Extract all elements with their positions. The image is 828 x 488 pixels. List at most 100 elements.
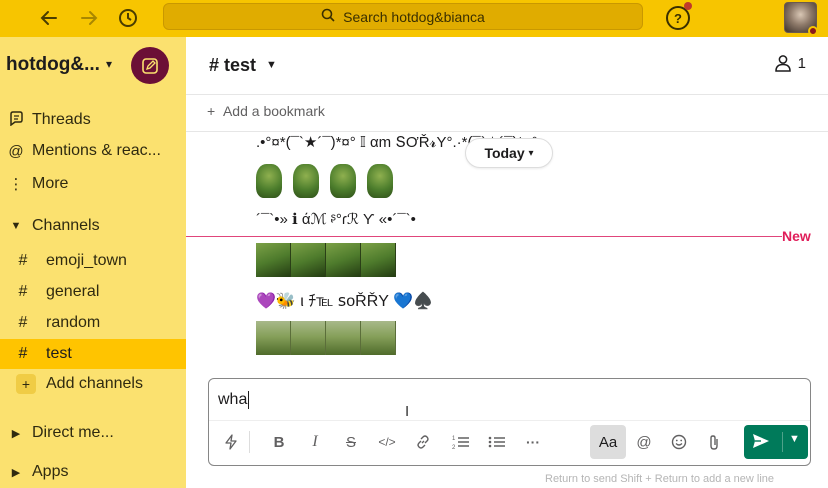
sidebar-item-test[interactable]: # test <box>0 339 186 369</box>
threads-icon <box>0 110 32 130</box>
date-divider-button[interactable]: Today ▾ <box>465 138 553 168</box>
channels-section-header[interactable]: ▼ Channels <box>0 211 186 241</box>
frog-emoji <box>293 164 319 198</box>
workspace-name[interactable]: hotdog&... <box>6 54 100 76</box>
svg-text:1: 1 <box>452 436 456 442</box>
emoji-row <box>256 164 404 198</box>
channel-view: # test ▼ 1 + Add a bookmark .•°¤*(¯`★´¯)… <box>186 37 828 488</box>
direct-messages-label: Direct me... <box>32 424 114 441</box>
frog-emoji <box>291 243 326 277</box>
channel-name: random <box>46 314 101 331</box>
message-text: ´¯`•» ℹ άℳ ᶳ°ɾℛ Ƴ «•´¯`• <box>256 211 416 228</box>
compose-button[interactable] <box>131 47 169 84</box>
sidebar-item-threads[interactable]: Threads <box>0 105 186 135</box>
caret-right-icon: ▶ <box>11 466 21 479</box>
chevron-down-icon: ▾ <box>528 147 534 159</box>
channel-name: test <box>46 345 72 362</box>
status-dot <box>808 26 818 36</box>
message-emoji-prefix: 💜🐝 <box>256 293 296 310</box>
at-icon[interactable]: @ <box>633 431 655 453</box>
divider <box>209 420 810 421</box>
frog-emoji <box>326 321 361 355</box>
sidebar-item-label: Mentions & reac... <box>32 142 161 159</box>
search-placeholder: Search hotdog&bianca <box>343 8 485 25</box>
ibeam-cursor-icon: I <box>405 403 410 420</box>
bulleted-list-icon[interactable] <box>486 431 508 453</box>
hash-icon: # <box>18 252 28 269</box>
message-input[interactable]: wha <box>218 391 250 409</box>
chevron-down-icon[interactable]: ▼ <box>266 59 277 71</box>
channel-title[interactable]: # test <box>209 55 256 76</box>
apps-section-header[interactable]: ▶ Apps <box>0 457 186 487</box>
formatting-label: Aa <box>598 433 618 451</box>
divider <box>782 432 783 452</box>
sidebar-item-label: More <box>32 175 69 192</box>
frog-emoji <box>361 243 396 277</box>
ordered-list-icon[interactable]: 12 <box>450 431 472 453</box>
code-icon[interactable]: </> <box>376 431 398 453</box>
sidebar-item-general[interactable]: # general <box>0 277 186 307</box>
add-channels-label: Add channels <box>46 375 143 392</box>
chevron-down-icon[interactable]: ▾ <box>106 57 112 71</box>
bold-icon[interactable]: B <box>268 431 290 453</box>
strikethrough-icon[interactable]: S <box>340 431 362 453</box>
caret-down-icon: ▼ <box>10 220 22 232</box>
arrow-left-icon[interactable] <box>36 6 62 30</box>
frog-emoji <box>291 321 326 355</box>
arrow-right-icon[interactable] <box>76 6 102 30</box>
frog-emoji <box>256 164 282 198</box>
emoji-row <box>256 243 396 277</box>
message-composer[interactable]: wha I B I S </> 12 ··· Aa @ ▼ <box>208 378 811 466</box>
at-icon: @ <box>8 142 24 160</box>
message-text: 💜🐝 ι ﾁ℡ ꜱᴏŘŘY 💙♠️ <box>256 287 433 311</box>
person-icon <box>774 55 791 72</box>
sidebar: hotdog&... ▾ Threads @ Mentions & reac..… <box>0 37 186 488</box>
more-vertical-icon: ⋮ <box>8 176 24 193</box>
link-icon[interactable] <box>412 431 434 453</box>
emoji-icon[interactable] <box>668 431 690 453</box>
frog-emoji <box>361 321 396 355</box>
sidebar-item-random[interactable]: # random <box>0 308 186 338</box>
hash-icon: # <box>18 345 28 362</box>
hash-icon: # <box>18 314 28 331</box>
sidebar-item-mentions[interactable]: @ Mentions & reac... <box>0 136 186 166</box>
divider <box>186 94 828 95</box>
sidebar-item-emoji-town[interactable]: # emoji_town <box>0 246 186 276</box>
add-channels-button[interactable]: + Add channels <box>0 369 186 399</box>
frog-emoji <box>256 243 291 277</box>
clock-icon[interactable] <box>115 6 141 30</box>
plus-icon: + <box>16 374 36 394</box>
sidebar-item-more[interactable]: ⋮ More <box>0 169 186 199</box>
svg-text:2: 2 <box>452 445 456 450</box>
frog-emoji <box>367 164 393 198</box>
member-count: 1 <box>797 54 806 72</box>
send-icon <box>752 433 772 451</box>
search-input[interactable]: Search hotdog&bianca <box>163 3 643 30</box>
message-emoji-suffix: 💙♠️ <box>393 293 433 310</box>
new-messages-label: New <box>782 228 811 244</box>
bookmark-label: Add a bookmark <box>222 103 325 119</box>
send-button[interactable]: ▼ <box>744 425 808 459</box>
more-horizontal-icon[interactable]: ··· <box>522 431 544 453</box>
channels-header-label: Channels <box>32 217 100 234</box>
new-messages-divider <box>186 236 782 237</box>
italic-icon[interactable]: I <box>304 431 326 453</box>
chevron-down-icon[interactable]: ▼ <box>789 433 800 445</box>
add-bookmark-button[interactable]: + Add a bookmark <box>207 103 325 119</box>
sidebar-item-label: Threads <box>32 111 91 128</box>
text-caret <box>248 391 250 409</box>
shortcuts-icon[interactable] <box>220 431 242 453</box>
frog-emoji <box>330 164 356 198</box>
direct-messages-section-header[interactable]: ▶ Direct me... <box>0 418 186 448</box>
frog-emoji <box>326 243 361 277</box>
attachment-icon[interactable] <box>703 431 725 453</box>
frog-emoji <box>256 321 291 355</box>
search-icon <box>321 8 335 25</box>
member-count-button[interactable]: 1 <box>774 54 806 72</box>
formatting-toggle-button[interactable]: Aa <box>590 425 626 459</box>
emoji-row <box>256 321 396 355</box>
caret-right-icon: ▶ <box>11 427 21 440</box>
divider <box>249 431 250 453</box>
message-text-body: ι ﾁ℡ ꜱᴏŘŘY <box>295 293 394 310</box>
edit-icon <box>142 57 158 74</box>
